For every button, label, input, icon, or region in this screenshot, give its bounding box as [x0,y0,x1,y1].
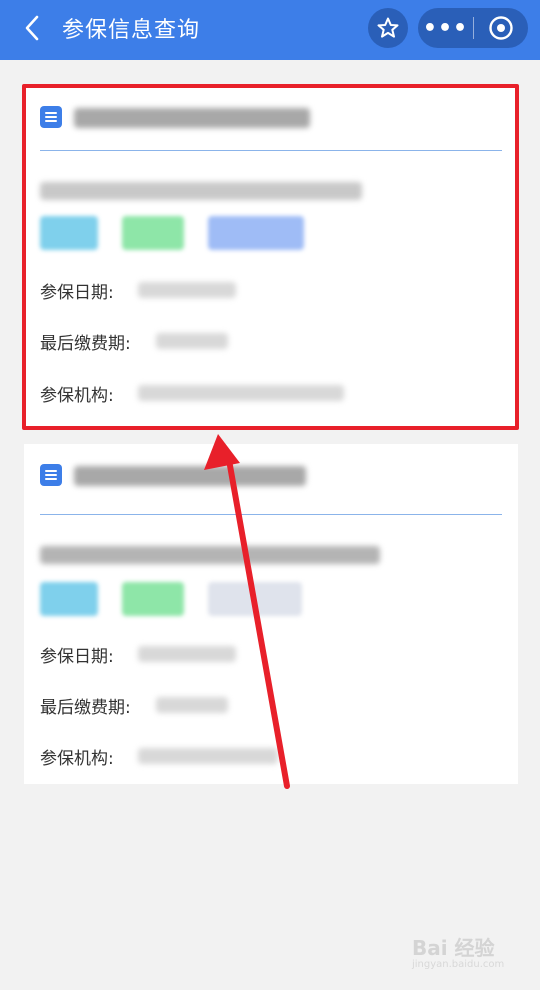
field-label-enroll-date: 参保日期: [40,283,114,303]
field-label-last-payment: 最后缴费期: [40,334,131,354]
field-label-agency: 参保机构: [40,749,114,769]
watermark: Bai 经验 jingyan.baidu.com [412,932,522,972]
status-tag [122,582,184,616]
favorite-button[interactable] [368,8,408,48]
status-tag [122,216,184,250]
insurance-type-redacted [74,108,310,128]
top-nav-bar: 参保信息查询 ••• [0,0,540,60]
page-title: 参保信息查询 [62,18,201,43]
status-tag [40,582,98,616]
agency-redacted [138,748,278,764]
back-button[interactable] [18,14,46,42]
insurance-type-redacted [74,466,306,486]
watermark-brand: Bai 经验 [412,936,495,960]
status-tag [208,216,304,250]
watermark-url: jingyan.baidu.com [412,959,505,970]
more-dots-icon: ••• [422,15,469,41]
insurance-card[interactable]: 参保日期: 最后缴费期: 参保机构: [24,444,518,784]
status-tag [40,216,98,250]
card-divider [40,514,502,515]
status-tag [208,582,302,616]
document-list-icon [40,106,62,128]
enroll-date-redacted [138,646,236,662]
field-label-last-payment: 最后缴费期: [40,698,131,718]
last-payment-redacted [156,333,228,349]
card-divider [40,150,502,151]
star-icon [377,17,399,38]
field-label-agency: 参保机构: [40,386,114,406]
insured-name-redacted [40,182,362,200]
agency-redacted [138,385,344,401]
card-header [40,104,500,130]
card-header [40,462,500,488]
target-circle-icon [489,16,513,40]
chevron-left-icon [25,15,39,41]
close-mini-program-button[interactable] [474,8,528,48]
document-list-icon [40,464,62,486]
more-button[interactable]: ••• [418,8,473,48]
field-label-enroll-date: 参保日期: [40,647,114,667]
last-payment-redacted [156,697,228,713]
insured-name-redacted [40,546,380,564]
insurance-card[interactable]: 参保日期: 最后缴费期: 参保机构: [24,86,518,428]
enroll-date-redacted [138,282,236,298]
mini-program-capsule: ••• [418,8,528,48]
